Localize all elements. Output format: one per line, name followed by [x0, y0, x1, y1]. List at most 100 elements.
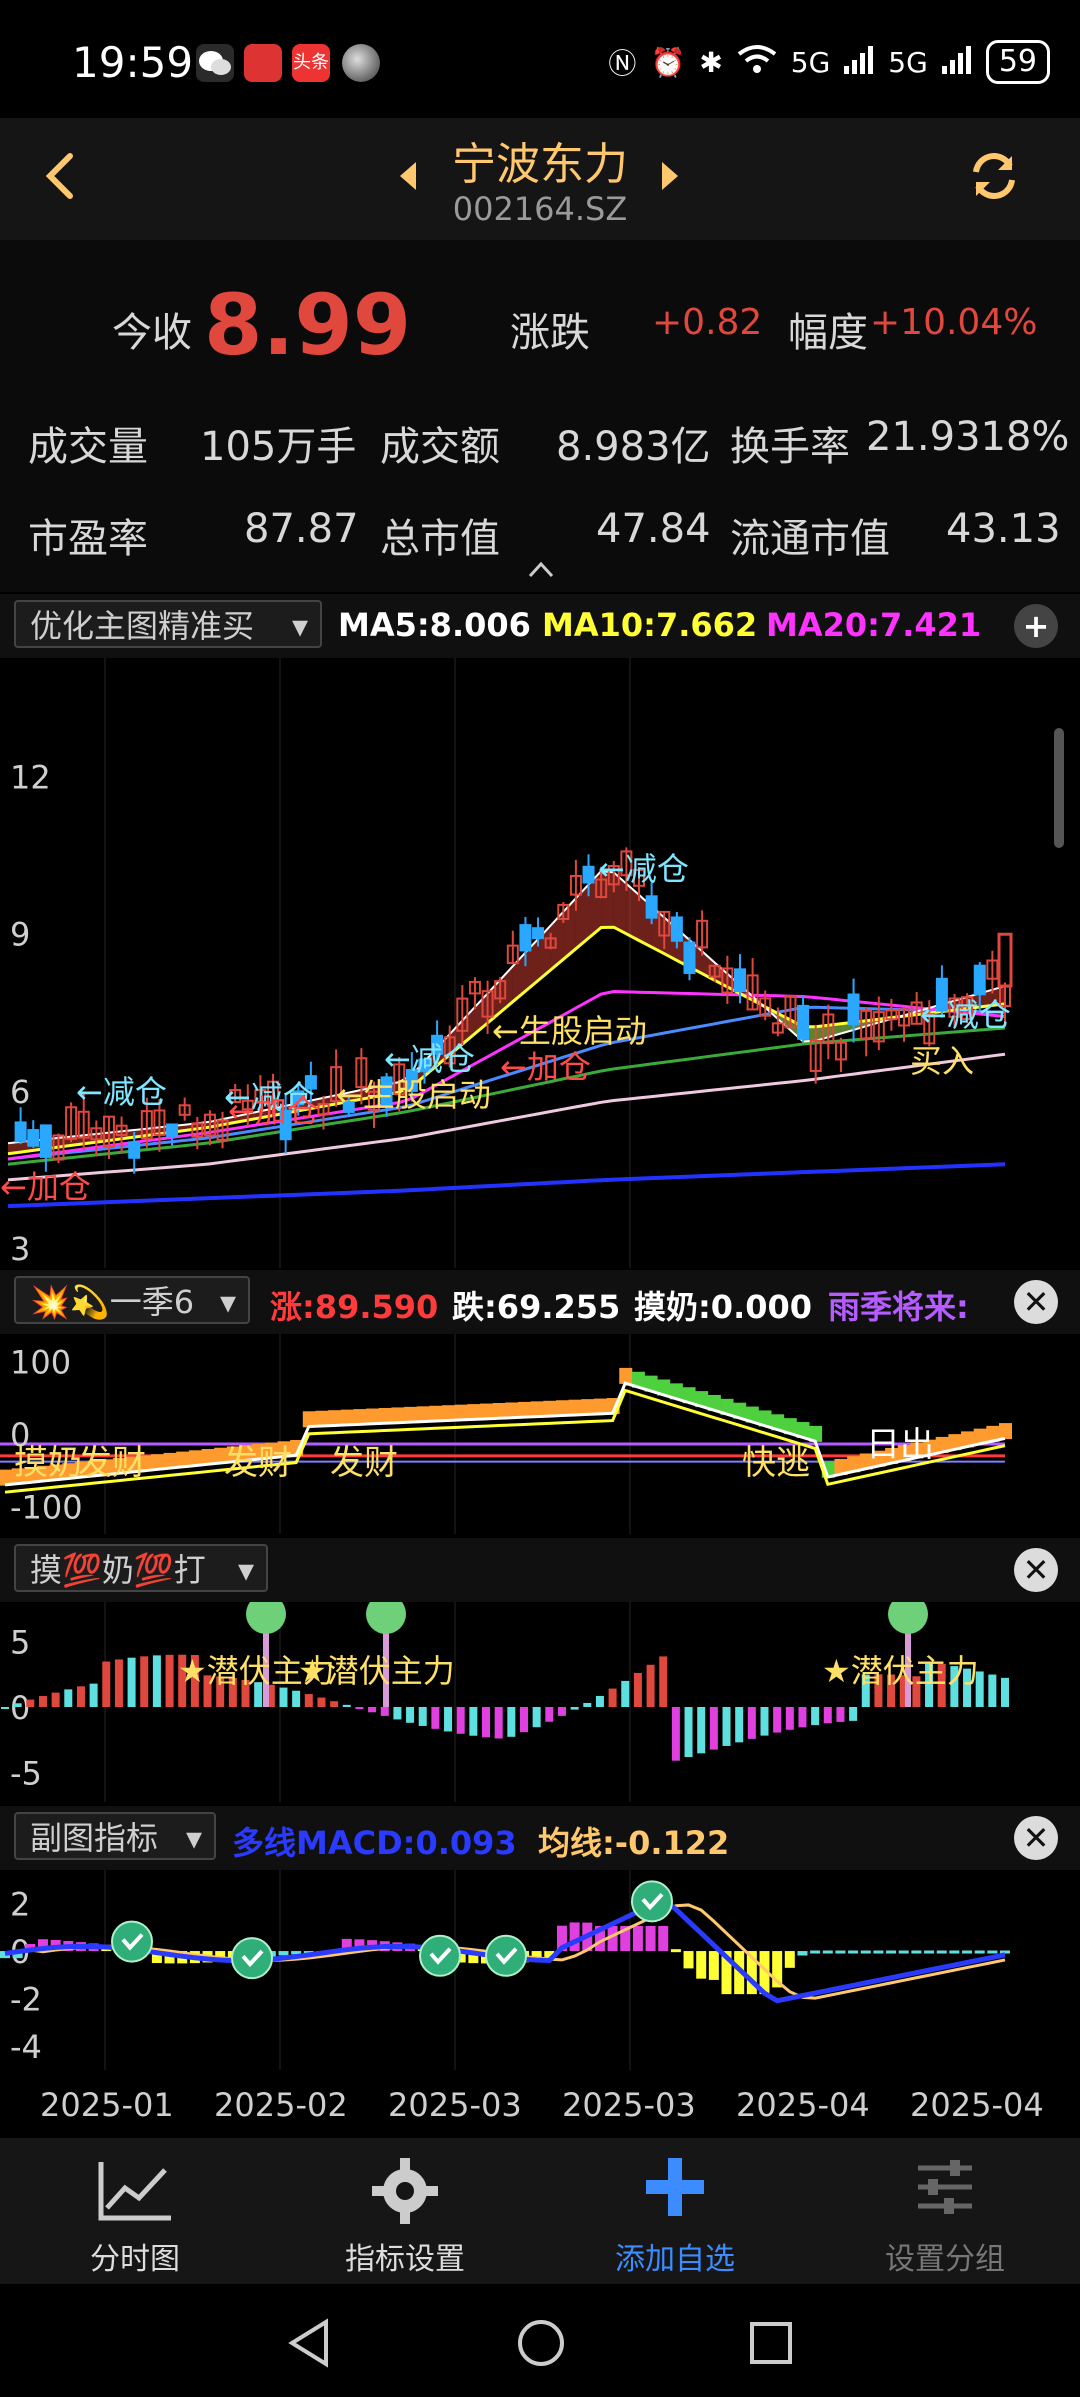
stock-name: 宁波东力 — [452, 139, 628, 190]
gear-icon — [372, 2158, 438, 2224]
sub2-bar — [114, 1659, 123, 1707]
collapse-chevron-icon[interactable] — [526, 556, 556, 582]
sub3-bar — [987, 1950, 998, 1954]
sub2-chart[interactable]: 5 0 -5 ★潜伏主力 ★潜伏主力 ★潜伏主力 — [0, 1602, 1080, 1802]
sub2-bar — [633, 1672, 642, 1707]
x-tick: 2025-03 — [388, 2086, 522, 2124]
check-badge-icon — [485, 1934, 527, 1977]
sub2-bar — [64, 1689, 73, 1707]
nav-add-watchlist[interactable]: 添加自选 — [540, 2138, 810, 2284]
sub2-bar — [1001, 1677, 1009, 1707]
scrollbar[interactable] — [1054, 728, 1064, 848]
sub2-bar — [507, 1707, 516, 1737]
stock-header: 宁波东力 002164.SZ — [0, 118, 1080, 241]
chevron-down-icon: ▾ — [219, 1283, 236, 1321]
nav-indicator-settings[interactable]: 指标设置 — [270, 2138, 540, 2284]
sub2-plot: 50-5★潜伏主力★潜伏主力 ★潜伏主力 — [1, 1602, 1009, 1802]
sub1-signal: 快逃 — [742, 1443, 810, 1483]
home-circle-icon[interactable] — [516, 2318, 566, 2368]
line-chart-icon — [98, 2162, 171, 2221]
nav-label: 指标设置 — [345, 2242, 465, 2277]
sub1-signal: 发财 — [224, 1443, 292, 1483]
signal-label-1: 5G — [790, 45, 831, 79]
sub3-chart[interactable]: 20-2-4 — [0, 1870, 1080, 2070]
y-tick-label: 9 — [10, 916, 30, 954]
main-indicator-dropdown[interactable]: 优化主图精准买 ▾ — [14, 600, 322, 648]
sub2-bar — [659, 1656, 668, 1707]
sub3-bar — [924, 1950, 935, 1954]
candle-body — [27, 1129, 40, 1147]
signal-label: ←减仓 — [598, 850, 689, 888]
nav-timeshare[interactable]: 分时图 — [0, 2138, 270, 2284]
y-tick-label: -100 — [10, 1489, 83, 1527]
candle-body — [166, 1123, 179, 1137]
sub1-signal: 摸奶 — [14, 1443, 82, 1483]
sub2-bar — [482, 1707, 491, 1738]
sub2-bar — [292, 1690, 301, 1707]
y-tick-label: -4 — [10, 2028, 42, 2066]
toutiao-icon: 头条 — [292, 44, 330, 82]
sub3-bar — [784, 1951, 795, 1968]
sub3-plot: 20-2-4 — [0, 1870, 1010, 2070]
nav-label: 分时图 — [90, 2242, 180, 2277]
pe-value: 87.87 — [244, 506, 359, 552]
sub3-indicator-bar: 副图指标 ▾ 多线MACD:0.093 均线:-0.122 ✕ — [0, 1806, 1080, 1870]
candle-body — [532, 927, 545, 940]
palm-tree-icon — [888, 1602, 928, 1634]
sub3-bar — [974, 1950, 985, 1954]
sub2-bar — [773, 1707, 782, 1733]
back-triangle-icon[interactable] — [286, 2318, 332, 2368]
quote-panel: 今收 8.99 涨跌 +0.82 幅度 +10.04% 成交量 105万手 成交… — [0, 240, 1080, 592]
sub3-bar — [645, 1925, 656, 1952]
close-sub2-button[interactable]: ✕ — [1014, 1548, 1058, 1592]
ma-long-line — [7, 1162, 1006, 1209]
signal-label: ←加仓 — [500, 1048, 591, 1086]
sub2-bar — [38, 1696, 47, 1707]
candle-body — [519, 924, 532, 952]
recents-square-icon[interactable] — [748, 2320, 794, 2366]
nav-group-settings[interactable]: 设置分组 — [810, 2138, 1080, 2284]
signal-label: ←减仓 — [384, 1040, 475, 1078]
sub1-indicator-dropdown[interactable]: 💥💫一季6 ▾ — [14, 1276, 250, 1324]
sub3-bar — [670, 1949, 681, 1953]
sub3-bar — [810, 1950, 821, 1954]
next-stock-icon[interactable] — [658, 158, 682, 194]
refresh-icon[interactable] — [966, 148, 1022, 204]
sub2-bar — [1, 1707, 9, 1709]
sub2-indicator-dropdown[interactable]: 摸💯奶💯打 ▾ — [14, 1544, 268, 1592]
close-sub3-button[interactable]: ✕ — [1014, 1816, 1058, 1860]
y-tick-label: -5 — [10, 1754, 42, 1792]
sub1-indicator-name: 💥💫一季6 — [30, 1283, 195, 1321]
y-tick-label: -2 — [10, 1980, 42, 2018]
sub1-chart[interactable]: 100 0 -100 摸奶 发财 发财 发财 快逃 日出 — [0, 1334, 1080, 1534]
candle-body — [14, 1121, 27, 1143]
main-chart[interactable]: 12 9 6 3 ←减仓 ←减仓 ←减仓 ←减仓 ←减仓 ←生股启动 ←生股启动 ←加仓 ←加仓 ←加仓买… — [0, 658, 1080, 1268]
sub2-bar — [684, 1707, 693, 1758]
sub2-bar — [798, 1707, 807, 1728]
bluetooth-icon: ✱ — [699, 45, 723, 79]
wifi-icon — [737, 44, 777, 81]
close-label: 今收 — [112, 310, 192, 356]
sub2-bar — [849, 1707, 858, 1721]
sub2-bar — [570, 1707, 579, 1710]
x-tick: 2025-01 — [40, 2086, 174, 2124]
sub2-bar — [557, 1707, 566, 1716]
sub1-signal: 发财 — [78, 1443, 146, 1483]
alarm-icon: ⏰ — [650, 45, 686, 79]
candle-body — [733, 968, 746, 993]
sub3-bar — [848, 1950, 859, 1954]
sub3-bar — [873, 1950, 884, 1954]
status-indicators: Ⓝ ⏰ ✱ 5G 5G 59 — [608, 40, 1050, 84]
sub2-bar — [456, 1707, 465, 1734]
sub3-indicator-dropdown[interactable]: 副图指标 ▾ — [14, 1812, 216, 1860]
sub1-block — [999, 1423, 1012, 1440]
sub2-bar — [583, 1702, 592, 1707]
close-sub1-button[interactable]: ✕ — [1014, 1280, 1058, 1324]
add-indicator-button[interactable]: + — [1014, 604, 1058, 648]
y-tick-label: 0 — [10, 1689, 30, 1727]
sub2-bar — [330, 1701, 339, 1707]
candle-body — [797, 1004, 810, 1040]
sub2-bar — [988, 1674, 997, 1707]
sub2-bar — [760, 1707, 769, 1736]
y-tick-label: 6 — [10, 1073, 30, 1111]
